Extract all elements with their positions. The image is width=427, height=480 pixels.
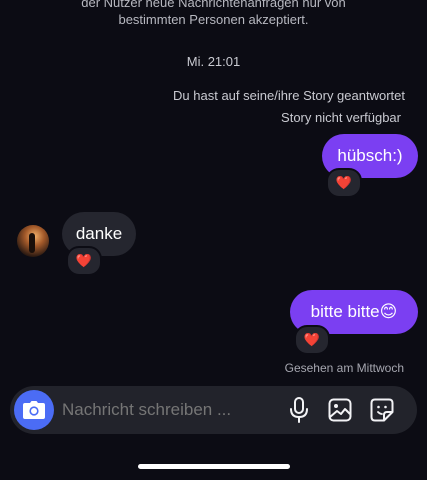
- sticker-icon: [370, 398, 394, 422]
- contact-avatar[interactable]: [17, 225, 49, 257]
- heart-icon: ❤️: [303, 332, 321, 347]
- message-reaction[interactable]: ❤️: [66, 246, 102, 276]
- story-reply-note: Du hast auf seine/ihre Story geantwortet: [173, 88, 405, 103]
- microphone-icon: [290, 397, 308, 423]
- seen-status: Gesehen am Mittwoch: [284, 361, 404, 375]
- message-reaction[interactable]: ❤️: [294, 325, 330, 355]
- gallery-icon: [328, 398, 352, 422]
- message-reaction[interactable]: ❤️: [326, 168, 362, 198]
- request-notice-line-1: der Nutzer neue Nachrichtenanfragen nur …: [81, 0, 346, 10]
- message-composer[interactable]: [10, 386, 417, 434]
- story-unavailable-note[interactable]: Story nicht verfügbar: [281, 110, 401, 125]
- message-input[interactable]: [62, 400, 272, 420]
- chat-timestamp: Mi. 21:01: [186, 54, 241, 69]
- gallery-button[interactable]: [326, 396, 354, 424]
- home-indicator[interactable]: [138, 464, 290, 469]
- camera-button[interactable]: [14, 390, 54, 430]
- request-notice-line-2: bestimmten Personen akzeptiert.: [118, 12, 309, 27]
- heart-icon: ❤️: [75, 253, 93, 268]
- heart-icon: ❤️: [335, 175, 353, 190]
- camera-icon: [23, 401, 45, 419]
- request-notice: der Nutzer neue Nachrichtenanfragen nur …: [0, 0, 427, 28]
- sticker-button[interactable]: [368, 396, 396, 424]
- microphone-button[interactable]: [285, 396, 313, 424]
